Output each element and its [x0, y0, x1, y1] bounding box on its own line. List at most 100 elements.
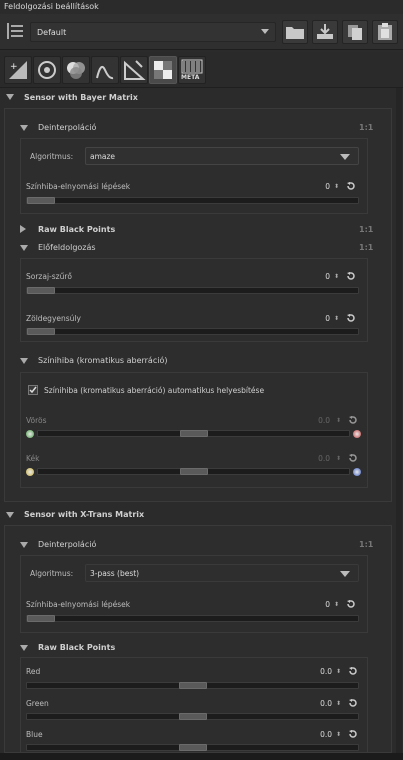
- paste-profile-button[interactable]: [372, 20, 398, 44]
- reset-icon[interactable]: [348, 453, 358, 463]
- tab-color[interactable]: [62, 56, 90, 84]
- spin-arrows-icon[interactable]: ⬍: [334, 273, 339, 280]
- tab-metadata[interactable]: META: [178, 56, 206, 84]
- spin-arrows-icon[interactable]: ⬍: [336, 700, 341, 707]
- bayer-algo-value: amaze: [90, 152, 116, 161]
- spin-arrows-icon[interactable]: ⬍: [336, 455, 341, 462]
- reset-icon[interactable]: [346, 271, 356, 281]
- reset-icon[interactable]: [348, 698, 358, 708]
- green-eq-value[interactable]: 0: [300, 314, 330, 323]
- spin-arrows-icon[interactable]: ⬍: [336, 668, 341, 675]
- slider-handle[interactable]: [179, 744, 207, 751]
- raw-tab-icon: [154, 61, 172, 79]
- xt-green-value[interactable]: 0.0: [302, 699, 332, 708]
- bayer-preprocess-badge: 1:1: [359, 243, 374, 252]
- xt-blue-label: Blue: [26, 730, 43, 739]
- slider-handle[interactable]: [180, 468, 208, 475]
- green-eq-label: Zöldegyensúly: [26, 314, 81, 323]
- xt-red-label: Red: [26, 667, 41, 676]
- collapse-triangle-icon: [20, 645, 28, 651]
- xt-blue-value[interactable]: 0.0: [302, 730, 332, 739]
- wavelet-tab-icon: [96, 65, 114, 80]
- ca-title: Színihiba (kromatikus aberráció): [38, 356, 168, 365]
- collapse-triangle-icon: [20, 542, 28, 548]
- line-noise-value[interactable]: 0: [300, 272, 330, 281]
- bayer-fcs-label: Színhiba-elnyomási lépések: [26, 182, 131, 191]
- xtrans-fcs-slider[interactable]: [26, 615, 359, 622]
- slider-handle[interactable]: [27, 615, 55, 622]
- tab-detail[interactable]: [33, 56, 61, 84]
- bayer-fcs-value[interactable]: 0: [300, 182, 330, 191]
- ca-auto-checkbox[interactable]: [28, 385, 38, 395]
- profile-list-icon[interactable]: [6, 22, 24, 40]
- xtrans-demosaic-badge: 1:1: [359, 540, 374, 549]
- xtrans-algo-label: Algoritmus:: [30, 569, 74, 578]
- ca-blue-label: Kék: [26, 454, 40, 463]
- chevron-down-icon: [340, 571, 350, 577]
- reset-icon[interactable]: [346, 599, 356, 609]
- ca-red-value[interactable]: 0.0: [300, 416, 330, 425]
- tab-exposure[interactable]: +: [4, 56, 32, 84]
- open-profile-button[interactable]: [282, 20, 308, 44]
- yellow-endpoint-icon: [26, 468, 34, 476]
- xtrans-section-title: Sensor with X-Trans Matrix: [24, 510, 145, 519]
- tab-transform[interactable]: [120, 56, 148, 84]
- blue-endpoint-icon: [353, 468, 361, 476]
- panel-title: Feldolgozási beállítások: [4, 2, 99, 11]
- tab-raw[interactable]: [149, 56, 177, 84]
- metadata-tab-label: META: [181, 74, 200, 81]
- spin-arrows-icon[interactable]: ⬍: [334, 315, 339, 322]
- chevron-down-icon: [261, 29, 269, 34]
- collapse-triangle-icon: [20, 358, 28, 364]
- xtrans-algo-select[interactable]: 3-pass (best): [85, 564, 359, 582]
- bayer-algo-select[interactable]: amaze: [85, 147, 359, 165]
- green-eq-slider[interactable]: [26, 328, 359, 335]
- slider-handle[interactable]: [179, 682, 207, 689]
- xtrans-rawblack-title: Raw Black Points: [38, 643, 116, 652]
- bayer-preprocess-title: Előfeldolgozás: [38, 243, 96, 252]
- xtrans-fcs-value[interactable]: 0: [300, 600, 330, 609]
- save-profile-button[interactable]: [312, 20, 338, 44]
- tab-wavelet[interactable]: [91, 56, 119, 84]
- ca-red-label: Vörös: [26, 416, 47, 425]
- profile-select[interactable]: Default: [30, 22, 276, 42]
- spin-arrows-icon[interactable]: ⬍: [336, 417, 341, 424]
- ca-blue-value[interactable]: 0.0: [300, 454, 330, 463]
- slider-handle[interactable]: [27, 328, 55, 335]
- xtrans-demosaic-title: Deinterpoláció: [38, 540, 97, 549]
- slider-handle[interactable]: [27, 287, 55, 294]
- ca-red-slider[interactable]: [37, 430, 350, 437]
- collapse-triangle-icon: [6, 94, 14, 100]
- ca-blue-slider[interactable]: [37, 468, 350, 475]
- xt-blue-slider[interactable]: [26, 744, 359, 751]
- ca-auto-label: Színihiba (kromatikus aberráció) automat…: [44, 386, 265, 395]
- bayer-demosaic-badge: 1:1: [359, 123, 374, 132]
- spin-arrows-icon[interactable]: ⬍: [334, 183, 339, 190]
- reset-icon[interactable]: [346, 181, 356, 191]
- reset-icon[interactable]: [348, 729, 358, 739]
- reset-icon[interactable]: [348, 415, 358, 425]
- line-noise-slider[interactable]: [26, 287, 359, 294]
- xt-green-slider[interactable]: [26, 713, 359, 720]
- checkmark-icon: [29, 386, 37, 394]
- collapse-triangle-icon: [6, 512, 14, 518]
- bayer-algo-label: Algoritmus:: [30, 152, 74, 161]
- save-icon: [317, 24, 333, 39]
- copy-profile-button[interactable]: [342, 20, 368, 44]
- xt-red-slider[interactable]: [26, 682, 359, 689]
- slider-handle[interactable]: [179, 713, 207, 720]
- exposure-tab-icon: +: [9, 61, 27, 79]
- detail-tab-icon: [38, 61, 56, 79]
- reset-icon[interactable]: [348, 666, 358, 676]
- bayer-fcs-slider[interactable]: [26, 197, 359, 204]
- slider-handle[interactable]: [27, 197, 55, 204]
- color-tab-icon: [67, 62, 85, 79]
- paste-icon: [378, 23, 392, 40]
- slider-handle[interactable]: [180, 430, 208, 437]
- reset-icon[interactable]: [346, 313, 356, 323]
- chevron-down-icon: [340, 154, 350, 160]
- panel-scrollbar[interactable]: [396, 88, 402, 753]
- xt-red-value[interactable]: 0.0: [302, 667, 332, 676]
- spin-arrows-icon[interactable]: ⬍: [334, 601, 339, 608]
- spin-arrows-icon[interactable]: ⬍: [336, 731, 341, 738]
